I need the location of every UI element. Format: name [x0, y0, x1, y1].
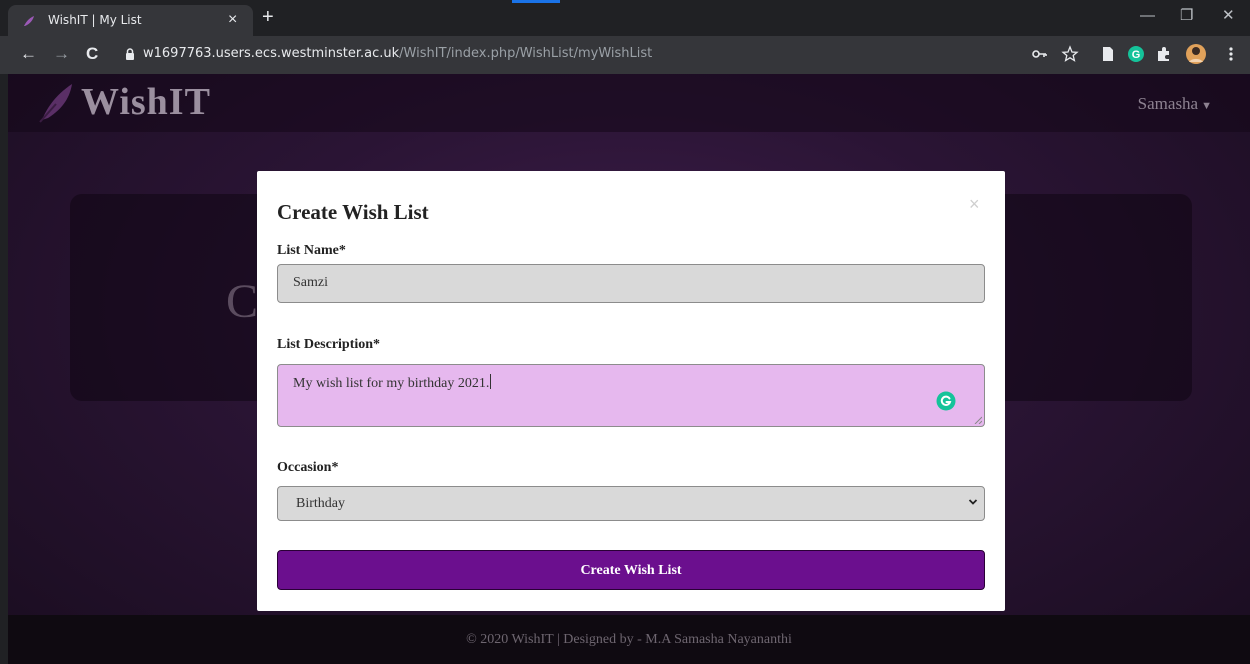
- list-name-input[interactable]: Samzi: [277, 264, 985, 303]
- tab-close-icon[interactable]: ×: [228, 10, 237, 30]
- menu-icon[interactable]: [1222, 45, 1240, 63]
- feather-logo-icon: [39, 84, 72, 123]
- minimize-button[interactable]: —: [1140, 6, 1155, 26]
- feather-favicon-icon: [24, 16, 34, 26]
- profile-avatar-icon[interactable]: [1185, 43, 1207, 65]
- brand-name[interactable]: WishIT: [81, 80, 211, 124]
- browser-tab-bar: WishIT | My List × + — ❐ ✕: [0, 0, 1250, 36]
- url-path: /WishIT/index.php/WishList/myWishList: [399, 46, 653, 61]
- new-tab-button[interactable]: +: [262, 6, 274, 28]
- resize-handle-icon[interactable]: [974, 416, 982, 424]
- footer-text: © 2020 WishIT | Designed by - M.A Samash…: [466, 632, 792, 647]
- modal-close-icon[interactable]: ×: [969, 195, 980, 213]
- address-bar[interactable]: w1697763.users.ecs.westminster.ac.uk/Wis…: [143, 46, 652, 61]
- caret-down-icon: ▼: [1201, 100, 1212, 112]
- site-footer: © 2020 WishIT | Designed by - M.A Samash…: [8, 615, 1250, 664]
- star-icon[interactable]: [1061, 45, 1079, 63]
- site-navbar: WishIT Samasha ▼: [8, 74, 1250, 132]
- url-host: w1697763.users.ecs.westminster.ac.uk: [143, 46, 400, 61]
- list-description-textarea[interactable]: My wish list for my birthday 2021.: [277, 364, 985, 427]
- list-description-label: List Description*: [277, 337, 381, 352]
- occasion-selected-value: Birthday: [296, 496, 345, 511]
- browser-tab[interactable]: WishIT | My List ×: [8, 5, 253, 36]
- text-cursor: [490, 374, 492, 389]
- list-description-value: My wish list for my birthday 2021.: [293, 376, 490, 391]
- chevron-down-icon: [968, 499, 978, 505]
- back-button[interactable]: ←: [20, 44, 37, 64]
- grammarly-icon[interactable]: [936, 391, 956, 411]
- reading-list-icon[interactable]: [1099, 45, 1117, 63]
- list-name-label: List Name*: [277, 243, 346, 258]
- browser-toolbar: ← → C w1697763.users.ecs.westminster.ac.…: [0, 36, 1250, 74]
- forward-button[interactable]: →: [53, 44, 70, 64]
- reload-button[interactable]: C: [86, 44, 98, 64]
- hero-heading: C: [226, 275, 259, 328]
- modal-title: Create Wish List: [277, 200, 429, 224]
- create-wish-list-modal: Create Wish List × List Name* Samzi List…: [257, 171, 1005, 611]
- occasion-select[interactable]: Birthday: [277, 486, 985, 521]
- grammarly-extension-icon[interactable]: G: [1127, 45, 1145, 63]
- extensions-puzzle-icon[interactable]: [1155, 45, 1173, 63]
- lock-icon: [126, 48, 134, 60]
- user-dropdown[interactable]: Samasha ▼: [1138, 94, 1212, 114]
- tab-title: WishIT | My List: [48, 13, 142, 27]
- svg-text:G: G: [1132, 49, 1141, 61]
- list-name-value: Samzi: [293, 275, 328, 290]
- key-icon[interactable]: [1031, 45, 1049, 63]
- tab-strip-indicator: [512, 0, 560, 3]
- restore-button[interactable]: ❐: [1180, 6, 1193, 26]
- user-name: Samasha: [1137, 94, 1199, 113]
- occasion-label: Occasion*: [277, 460, 339, 475]
- close-window-button[interactable]: ✕: [1222, 6, 1235, 26]
- create-wish-list-button[interactable]: Create Wish List: [277, 550, 985, 590]
